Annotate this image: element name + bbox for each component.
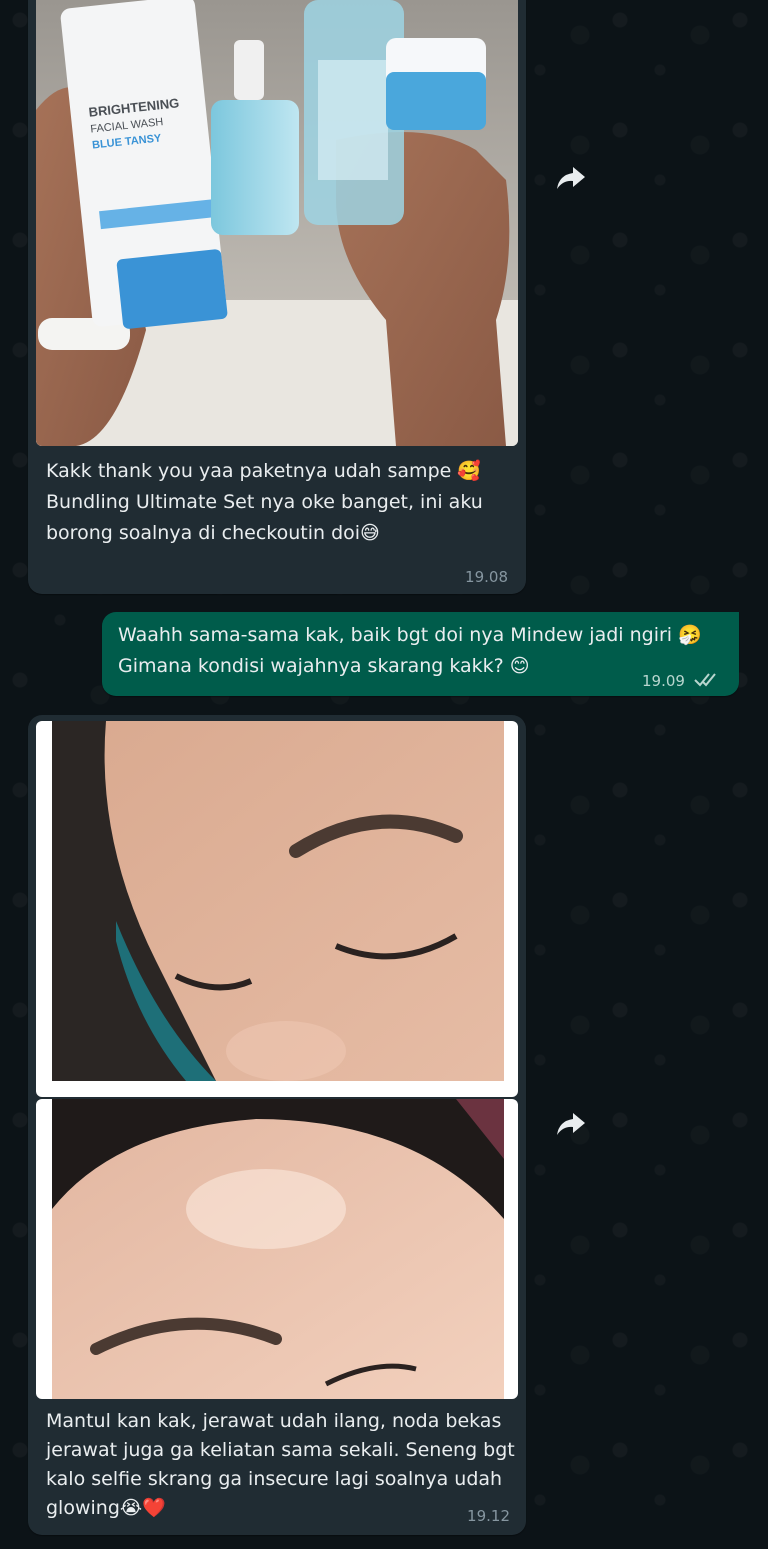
incoming-message-1[interactable]: BRIGHTENING FACIAL WASH BLUE TANSY Kakk … bbox=[28, 0, 526, 594]
message-time-2: 19.09 bbox=[642, 672, 685, 690]
double-check-icon bbox=[694, 673, 716, 687]
message-text-1: Kakk thank you yaa paketnya udah sampe 🥰… bbox=[46, 460, 483, 544]
message-text-2: Waahh sama-sama kak, baik bgt doi nya Mi… bbox=[118, 624, 702, 677]
photo-face-forehead bbox=[36, 1099, 518, 1399]
incoming-message-2[interactable]: Mantul kan kak, jerawat udah ilang, noda… bbox=[28, 715, 526, 1535]
forward-arrow-icon bbox=[557, 1113, 585, 1135]
outgoing-message-1[interactable]: Waahh sama-sama kak, baik bgt doi nya Mi… bbox=[102, 612, 739, 696]
face-photo-2[interactable] bbox=[36, 1099, 518, 1399]
message-time-3: 19.12 bbox=[467, 1507, 510, 1525]
message-text-3: Mantul kan kak, jerawat udah ilang, noda… bbox=[46, 1410, 515, 1519]
forward-button-1[interactable] bbox=[553, 160, 589, 196]
skincare-products-photo[interactable]: BRIGHTENING FACIAL WASH BLUE TANSY bbox=[36, 0, 518, 446]
forward-button-2[interactable] bbox=[553, 1106, 589, 1142]
face-photo-1[interactable] bbox=[36, 721, 518, 1097]
photo-skincare-products: BRIGHTENING FACIAL WASH BLUE TANSY bbox=[36, 0, 518, 446]
photo-face-eye bbox=[36, 721, 518, 1097]
message-time-1: 19.08 bbox=[465, 568, 508, 586]
forward-arrow-icon bbox=[557, 167, 585, 189]
